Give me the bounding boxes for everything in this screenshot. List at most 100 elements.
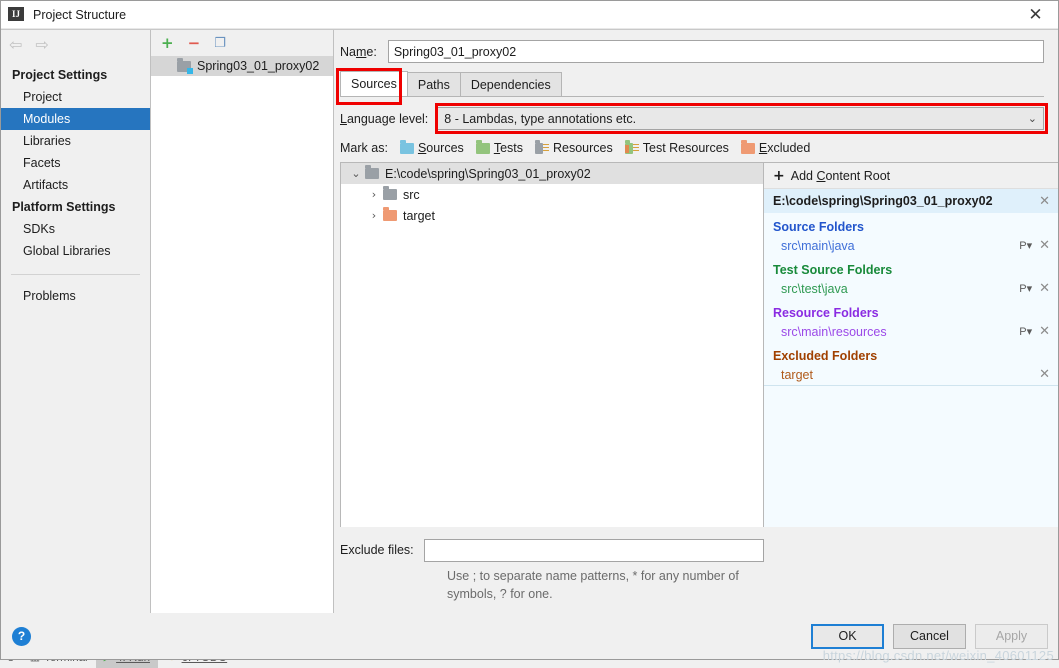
remove-resource-folder-icon[interactable]: ✕: [1039, 324, 1050, 339]
chevron-right-icon[interactable]: ›: [367, 188, 381, 201]
mark-as-test-resources-button[interactable]: Test Resources: [624, 139, 729, 155]
content-roots-panel: + Add Content Root E:\code\spring\Spring…: [764, 163, 1058, 527]
sidebar-item-modules[interactable]: Modules: [1, 108, 150, 130]
ok-button[interactable]: OK: [811, 623, 884, 649]
test-source-folders-title: Test Source Folders: [773, 263, 893, 277]
exclude-files-block: Exclude files: Use ; to separate name pa…: [334, 526, 1058, 613]
add-content-root-label: Add Content Root: [790, 168, 891, 183]
tab-dependencies[interactable]: Dependencies: [459, 72, 562, 96]
resources-folder-icon: [535, 139, 549, 154]
module-name-row: Name:: [334, 30, 1058, 63]
sidebar-item-project[interactable]: Project: [1, 86, 150, 108]
folder-icon: [365, 165, 379, 179]
dialog-title: Project Structure: [33, 7, 127, 22]
forward-arrow-icon[interactable]: ⇨: [35, 37, 48, 53]
test-source-folder-entry[interactable]: src\test\java P▾ ✕: [764, 280, 1058, 299]
tree-row[interactable]: ⌄ E:\code\spring\Spring03_01_proxy02: [341, 163, 763, 184]
module-name-label: Name:: [340, 44, 377, 59]
sidebar-item-sdks[interactable]: SDKs: [1, 218, 150, 240]
dialog-body: ⇦ ⇨ Project Settings Project Modules Lib…: [1, 29, 1058, 613]
module-tabs-wrap: Sources Paths Dependencies: [336, 68, 1044, 105]
dialog-titlebar: IJ Project Structure ✕: [1, 1, 1058, 29]
tests-folder-icon: [475, 139, 490, 154]
package-prefix-icon[interactable]: P▾: [1019, 282, 1032, 295]
exclude-files-row: Exclude files:: [340, 538, 1044, 562]
excluded-folder-icon: [740, 139, 755, 154]
nav-history-controls: ⇦ ⇨: [1, 30, 150, 60]
source-folder-entry[interactable]: src\main\java P▾ ✕: [764, 237, 1058, 256]
content-root-path: E:\code\spring\Spring03_01_proxy02: [773, 194, 993, 208]
language-level-label: Language level:: [340, 111, 429, 126]
sidebar-item-problems[interactable]: Problems: [1, 285, 150, 307]
remove-module-icon[interactable]: −: [188, 35, 201, 51]
excluded-folders-title: Excluded Folders: [773, 349, 878, 363]
dialog-buttons: OK Cancel Apply: [811, 623, 1048, 649]
project-structure-dialog: IJ Project Structure ✕ ⇦ ⇨ Project Setti…: [0, 0, 1059, 663]
module-list-item[interactable]: Spring03_01_proxy02: [151, 56, 333, 76]
language-level-select[interactable]: 8 - Lambdas, type annotations etc. ⌄: [437, 107, 1044, 130]
tab-sources[interactable]: Sources: [340, 71, 408, 96]
sidebar-item-libraries[interactable]: Libraries: [1, 130, 150, 152]
roots-filler: [764, 386, 1058, 527]
remove-source-folder-icon[interactable]: ✕: [1039, 238, 1050, 253]
resource-folders-title: Resource Folders: [773, 306, 879, 320]
mark-as-tests-button[interactable]: Tests: [475, 139, 523, 155]
tree-row[interactable]: › target: [341, 205, 763, 226]
remove-content-root-icon[interactable]: ✕: [1039, 194, 1050, 209]
excluded-folder-entry[interactable]: target ✕: [764, 366, 1058, 385]
exclude-files-input[interactable]: [423, 538, 764, 562]
sidebar-item-facets[interactable]: Facets: [1, 152, 150, 174]
chevron-down-icon[interactable]: ⌄: [349, 167, 363, 180]
exclude-files-label: Exclude files:: [340, 543, 414, 558]
close-icon[interactable]: ✕: [1013, 1, 1058, 29]
test-source-folder-path: src\test\java: [781, 281, 848, 296]
add-content-root-button[interactable]: + Add Content Root: [764, 163, 1058, 189]
sidebar-item-artifacts[interactable]: Artifacts: [1, 174, 150, 196]
mark-as-tests-label: Tests: [493, 141, 523, 155]
back-arrow-icon[interactable]: ⇦: [9, 37, 22, 53]
tree-root-label: E:\code\spring\Spring03_01_proxy02: [385, 166, 591, 181]
mark-as-resources-button[interactable]: Resources: [535, 139, 613, 155]
tab-paths[interactable]: Paths: [406, 72, 461, 96]
source-folders-title: Source Folders: [773, 220, 864, 234]
source-folder-tree: ⌄ E:\code\spring\Spring03_01_proxy02 › s…: [341, 163, 764, 527]
module-name-input[interactable]: [387, 40, 1044, 63]
content-root-header: E:\code\spring\Spring03_01_proxy02 ✕: [764, 189, 1058, 213]
tree-row[interactable]: › src: [341, 184, 763, 205]
add-module-icon[interactable]: +: [161, 35, 174, 51]
content-roots-split: ⌄ E:\code\spring\Spring03_01_proxy02 › s…: [340, 162, 1058, 527]
intellij-logo-icon: IJ: [8, 6, 24, 23]
mark-as-excluded-label: Excluded: [758, 141, 811, 155]
apply-button: Apply: [975, 623, 1048, 649]
package-prefix-icon[interactable]: P▾: [1019, 239, 1032, 252]
excluded-folder-path: target: [781, 367, 813, 382]
tree-item-label-src: src: [403, 187, 420, 202]
resource-folder-path: src\main\resources: [781, 324, 887, 339]
mark-as-label: Mark as:: [340, 141, 388, 155]
module-detail-panel: Name: Sources Paths Dependencies Languag…: [334, 30, 1058, 613]
copy-module-icon[interactable]: ❐: [214, 37, 226, 50]
sidebar-item-global-libraries[interactable]: Global Libraries: [1, 240, 150, 262]
mark-as-test-resources-label: Test Resources: [642, 141, 729, 155]
mark-as-excluded-button[interactable]: Excluded: [740, 139, 811, 155]
nav-divider: [11, 274, 140, 275]
modules-panel: + − ❐ Spring03_01_proxy02: [151, 30, 334, 613]
modules-toolbar: + − ❐: [151, 30, 333, 56]
module-list-item-label: Spring03_01_proxy02: [197, 59, 320, 73]
mark-as-sources-button[interactable]: Sources: [399, 139, 464, 155]
chevron-right-icon[interactable]: ›: [367, 209, 381, 222]
remove-excluded-folder-icon[interactable]: ✕: [1039, 367, 1050, 382]
help-icon[interactable]: ?: [12, 626, 31, 646]
remove-test-source-folder-icon[interactable]: ✕: [1039, 281, 1050, 296]
package-prefix-icon[interactable]: P▾: [1019, 325, 1032, 338]
settings-nav-list: Project Settings Project Modules Librari…: [1, 60, 150, 307]
sources-folder-icon: [399, 139, 414, 154]
nav-group-project-settings: Project Settings: [12, 68, 108, 82]
tree-item-label-target: target: [403, 208, 435, 223]
language-level-value: 8 - Lambdas, type annotations etc.: [444, 111, 637, 126]
mark-as-sources-label: Sources: [417, 141, 464, 155]
cancel-button[interactable]: Cancel: [893, 623, 966, 649]
exclude-files-hint: Use ; to separate name patterns, * for a…: [447, 568, 739, 601]
test-resources-folder-icon: [624, 139, 639, 154]
resource-folder-entry[interactable]: src\main\resources P▾ ✕: [764, 323, 1058, 342]
